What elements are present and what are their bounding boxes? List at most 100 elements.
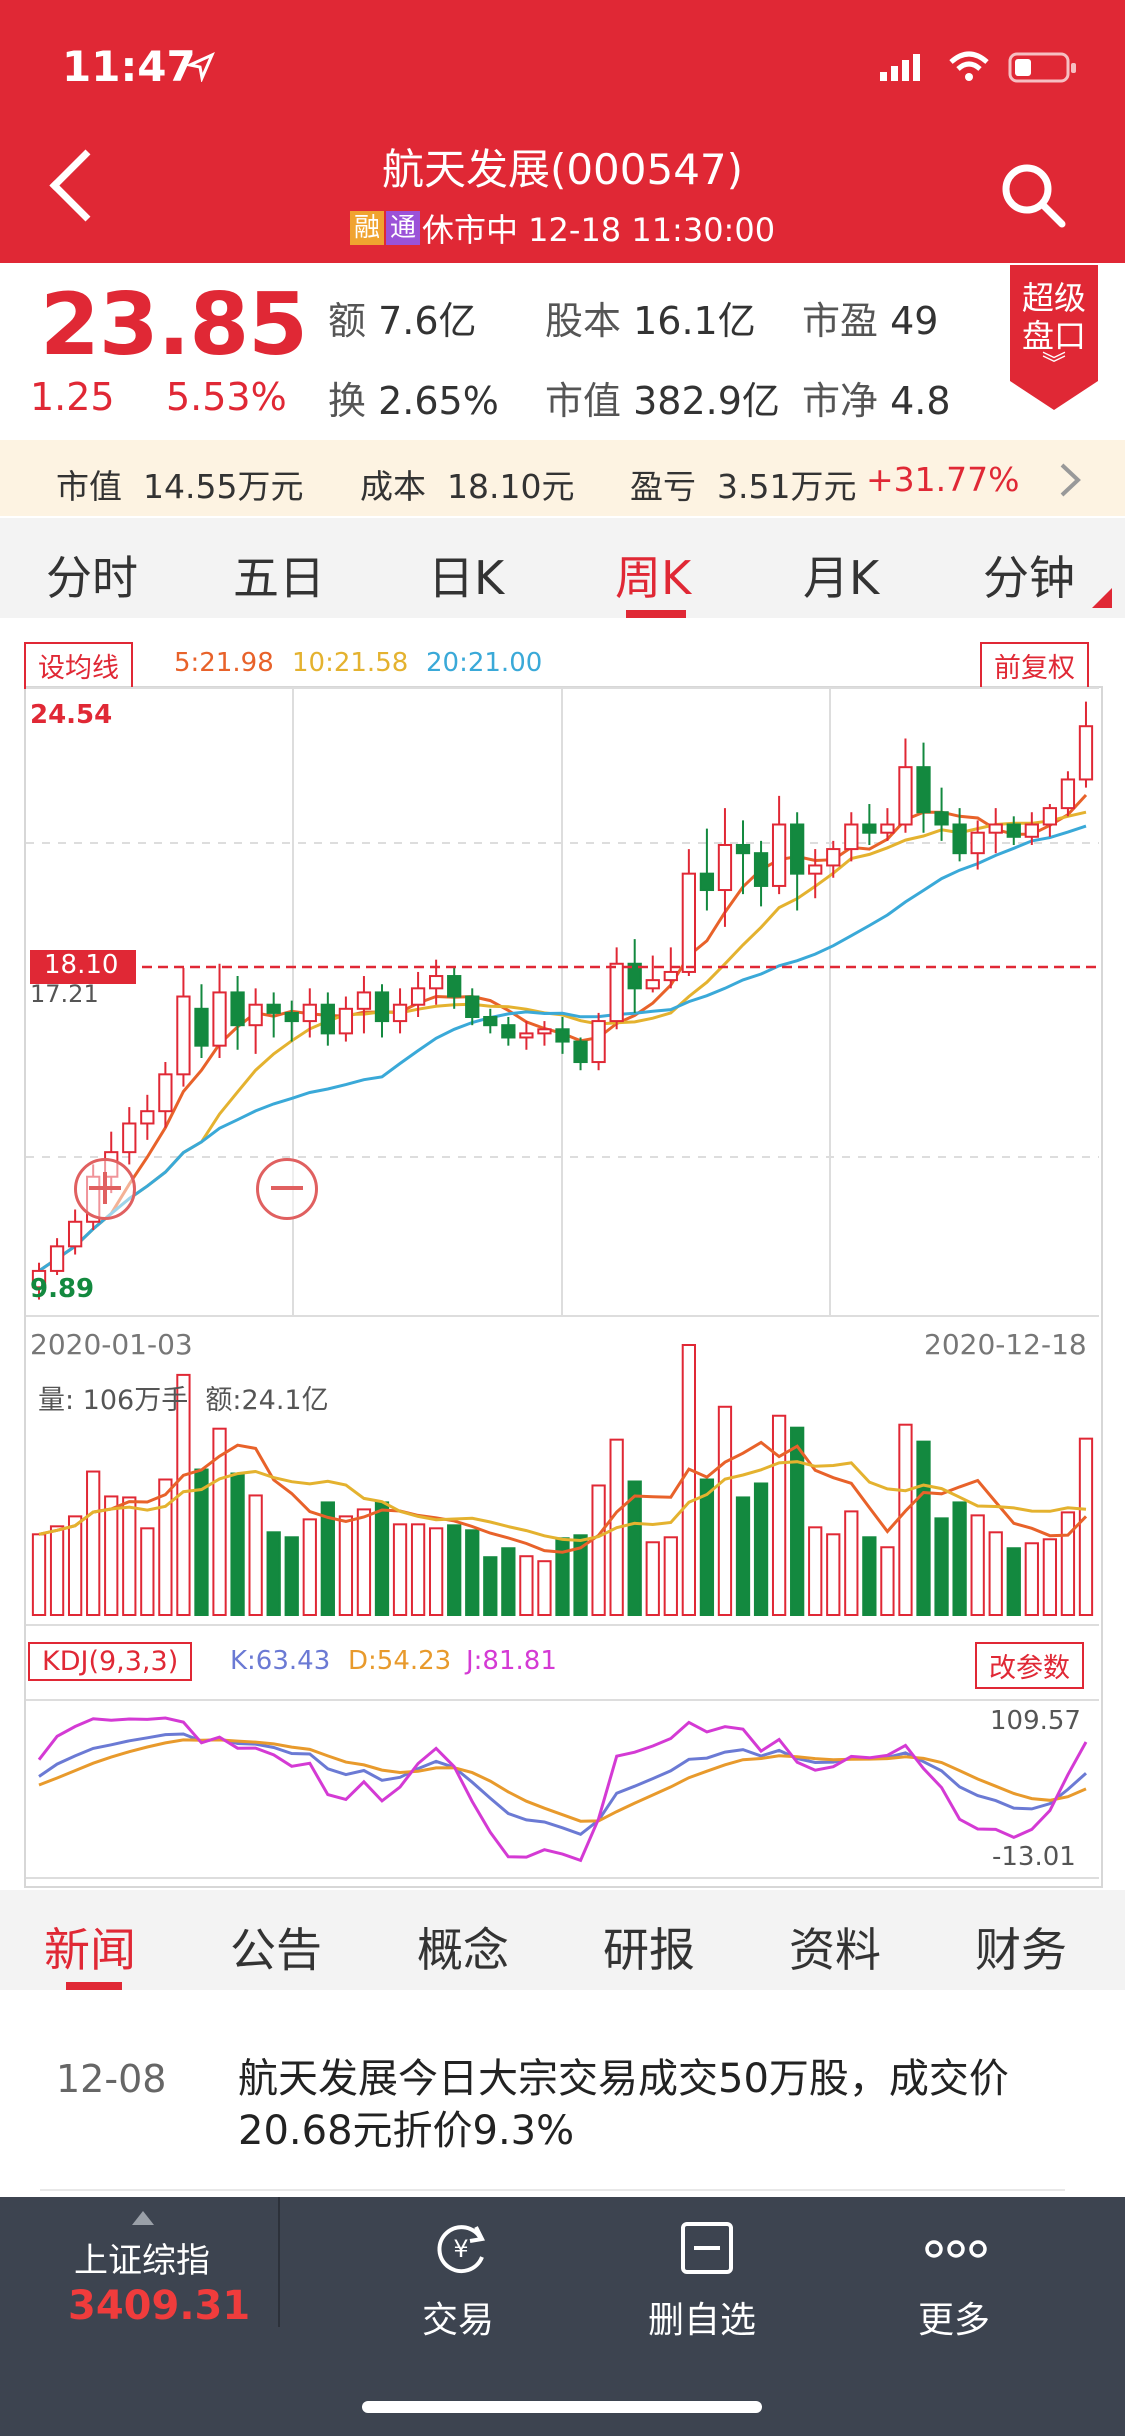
more-label: 更多	[918, 2300, 991, 2341]
volume-bar	[717, 1405, 733, 1617]
trade-label: 交易	[422, 2300, 495, 2341]
candle-body	[1042, 807, 1058, 826]
caret-up-icon	[132, 2211, 154, 2225]
candle-body	[429, 975, 444, 990]
candle-body	[663, 970, 678, 982]
volume-bar	[483, 1556, 498, 1616]
volume-bar	[31, 1533, 47, 1617]
volume-bar	[862, 1536, 877, 1617]
candle-body	[699, 872, 715, 892]
candle-body	[501, 1024, 516, 1039]
cost-line-label: 18.10	[44, 950, 119, 980]
candle-body	[67, 1220, 83, 1248]
candle-body	[1060, 778, 1076, 810]
candle-body	[230, 991, 245, 1027]
candle-body	[266, 1003, 281, 1014]
candle-body	[826, 848, 841, 867]
candle-body	[338, 1007, 354, 1035]
volume-bar	[49, 1525, 65, 1616]
volume-bar	[429, 1527, 444, 1617]
volume-bar	[284, 1536, 299, 1617]
volume-bar	[1078, 1437, 1094, 1616]
volume-bar	[537, 1560, 552, 1616]
high-price-label: 24.54	[30, 700, 113, 730]
news-list-item[interactable]: 12-08 航天发展今日大宗交易成交50万股，成交价20.68元折价9.3%	[0, 2005, 1125, 2191]
home-indicator	[362, 2401, 762, 2413]
tab-concepts[interactable]: 概念	[417, 1914, 509, 1980]
candle-body	[555, 1028, 570, 1043]
trade-button[interactable]: ¥ 交易	[380, 2219, 540, 2369]
candle-body	[916, 766, 931, 814]
candle-body	[573, 1040, 588, 1064]
volume-bar	[790, 1426, 805, 1616]
candle-body	[934, 811, 949, 826]
tab-financials[interactable]: 财务	[975, 1914, 1067, 1980]
volume-bar	[140, 1527, 155, 1617]
volume-bar	[970, 1514, 985, 1617]
zoom-in-button[interactable]	[74, 1158, 136, 1220]
volume-bar	[356, 1508, 372, 1616]
volume-bar	[916, 1440, 931, 1617]
zoom-out-button[interactable]	[256, 1158, 318, 1220]
kdj-indicator-button[interactable]: KDJ(9,3,3)	[28, 1642, 193, 1681]
candle-body	[717, 843, 733, 892]
volume-bar	[230, 1472, 245, 1616]
active-news-tab-indicator	[66, 1982, 122, 1990]
kdj-max-label: 109.57	[990, 1706, 1081, 1736]
tab-announcements[interactable]: 公告	[230, 1914, 322, 1980]
tab-profile[interactable]: 资料	[789, 1914, 881, 1980]
candle-body	[591, 1020, 606, 1064]
candle-body	[49, 1245, 65, 1272]
candle-body	[537, 1028, 552, 1035]
low-price-label: 9.89	[30, 1274, 95, 1304]
remove-watchlist-icon	[681, 2222, 733, 2274]
news-date: 12-08	[56, 2057, 167, 2101]
kdj-min-label: -13.01	[992, 1842, 1076, 1872]
kdj-j-value: J:81.81	[466, 1646, 557, 1676]
more-button[interactable]: 更多	[900, 2219, 1060, 2369]
candle-body	[356, 991, 372, 1010]
candle-body	[844, 823, 859, 851]
candle-body	[862, 823, 877, 834]
chart-grid	[26, 687, 1099, 1879]
candle-body	[880, 823, 895, 834]
candle-body	[609, 962, 624, 1023]
candle-body	[176, 995, 191, 1076]
volume-bar	[844, 1510, 859, 1617]
volume-bar	[465, 1529, 480, 1616]
volume-label: 量: 106万手 额:24.1亿	[38, 1385, 329, 1416]
candle-body	[284, 1011, 299, 1023]
ref-price-label: 17.21	[30, 980, 99, 1008]
volume-bar	[501, 1547, 516, 1616]
volume-bar	[771, 1414, 787, 1617]
volume-bar	[86, 1470, 101, 1616]
candle-body	[374, 991, 390, 1023]
volume-bar	[645, 1541, 660, 1617]
candle-body	[1024, 823, 1039, 838]
volume-bar	[122, 1496, 137, 1616]
tab-news[interactable]: 新闻	[44, 1914, 136, 1980]
candle-body	[302, 1003, 317, 1023]
candle-body	[645, 979, 660, 990]
change-params-button[interactable]: 改参数	[975, 1642, 1084, 1689]
volume-bar	[826, 1533, 841, 1617]
remove-watchlist-button[interactable]: 删自选	[640, 2219, 800, 2369]
news-tabs: 新闻 公告 概念 研报 资料 财务	[0, 1890, 1125, 1990]
divider	[278, 2197, 280, 2327]
candle-body	[952, 823, 967, 855]
volume-bar	[266, 1531, 281, 1616]
index-ticker[interactable]: 上证综指 3409.31	[0, 2233, 280, 2383]
volume-bar	[735, 1496, 751, 1616]
candle-body	[140, 1110, 155, 1125]
volume-bar	[1060, 1511, 1076, 1617]
volume-bar	[374, 1501, 390, 1617]
candle-body	[392, 1003, 408, 1023]
volume-bar	[934, 1517, 949, 1616]
tab-research[interactable]: 研报	[603, 1914, 695, 1980]
index-value: 3409.31	[68, 2283, 251, 2329]
date-start: 2020-01-03	[30, 1328, 193, 1361]
kdj-d-line	[38, 1738, 1087, 1823]
volume-bar	[808, 1526, 823, 1616]
volume-bar	[410, 1523, 426, 1617]
candle-body	[122, 1122, 137, 1154]
